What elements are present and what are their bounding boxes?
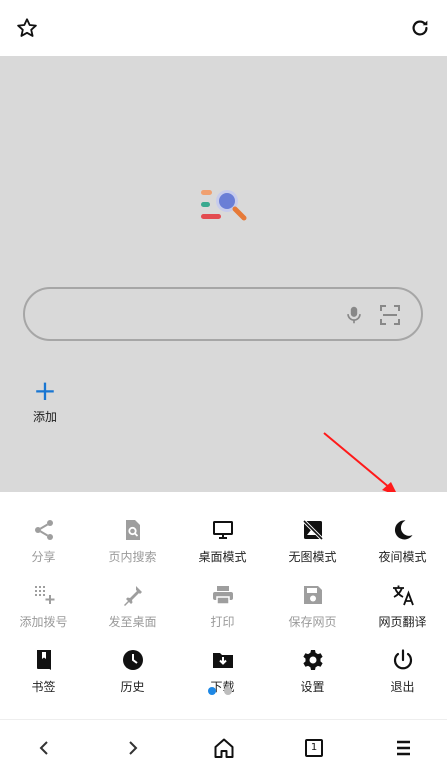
menu-label: 桌面模式	[198, 550, 247, 564]
menu-item-add-dial[interactable]: 添加拨号	[0, 583, 88, 633]
search-box[interactable]	[23, 287, 423, 341]
print-icon	[212, 586, 233, 605]
add-dial-icon	[34, 586, 54, 604]
menu-label: 退出	[390, 680, 415, 694]
menu-label: 保存网页	[288, 615, 337, 629]
menu-label: 页内搜索	[108, 550, 157, 564]
menu-item-print[interactable]: 打印	[178, 583, 267, 633]
menu-label: 历史	[120, 680, 145, 694]
menu-page-indicator	[207, 687, 237, 697]
plus-icon: +	[33, 374, 57, 407]
settings-icon	[302, 650, 323, 670]
scan-icon[interactable]	[378, 303, 402, 327]
menu-item-send-to-desktop[interactable]: 发至桌面	[88, 583, 177, 633]
save-icon	[303, 586, 322, 604]
menu-icon[interactable]	[391, 736, 415, 760]
menu-label: 夜间模式	[378, 550, 427, 564]
tabs-icon: 1	[305, 739, 323, 757]
search-input[interactable]	[45, 299, 339, 331]
download-icon	[212, 653, 233, 668]
no-image-icon	[302, 519, 323, 541]
menu-label: 网页翻译	[378, 615, 427, 629]
menu-item-night-mode[interactable]: 夜间模式	[358, 518, 447, 568]
menu-item-history[interactable]: 历史	[88, 648, 177, 698]
home-page-area: + 添加	[0, 56, 447, 492]
menu-label: 发至桌面	[108, 615, 157, 629]
microphone-icon[interactable]	[343, 303, 365, 327]
menu-label: 添加拨号	[19, 615, 68, 629]
add-speed-dial[interactable]: + 添加	[28, 376, 62, 425]
tab-count: 1	[310, 742, 318, 753]
menu-item-share[interactable]: 分享	[0, 518, 88, 568]
browser-menu-panel: 分享 页内搜索 桌面模式 无图模式 夜间模式 添加拨号 发至桌面 打印 保存网页…	[0, 492, 447, 719]
menu-label: 分享	[31, 550, 56, 564]
star-outline-icon[interactable]	[16, 17, 38, 39]
power-icon	[393, 649, 412, 670]
home-icon[interactable]	[212, 736, 236, 760]
refresh-icon[interactable]	[409, 17, 431, 39]
find-in-page-icon	[125, 520, 140, 540]
menu-label: 书签	[31, 680, 56, 694]
top-toolbar	[0, 0, 447, 56]
menu-item-translate[interactable]: 网页翻译	[358, 583, 447, 633]
back-icon[interactable]	[32, 736, 56, 760]
menu-label: 无图模式	[288, 550, 337, 564]
translate-icon	[392, 585, 414, 606]
share-icon	[34, 520, 53, 540]
menu-item-exit[interactable]: 退出	[358, 648, 447, 698]
menu-item-no-image-mode[interactable]: 无图模式	[268, 518, 357, 568]
add-label: 添加	[32, 410, 57, 424]
desktop-icon	[212, 521, 233, 539]
tabs-button[interactable]: 1	[302, 736, 326, 760]
menu-item-bookmarks[interactable]: 书签	[0, 648, 88, 698]
bookmark-icon	[36, 650, 51, 670]
annotation-arrow	[323, 432, 398, 496]
menu-item-find-in-page[interactable]: 页内搜索	[88, 518, 177, 568]
menu-item-desktop-mode[interactable]: 桌面模式	[178, 518, 267, 568]
send-to-desktop-icon	[123, 586, 142, 606]
menu-item-settings[interactable]: 设置	[268, 648, 357, 698]
page-dot-active[interactable]	[208, 687, 216, 695]
forward-icon[interactable]	[121, 736, 145, 760]
bottom-navigation-bar: 1	[0, 719, 447, 775]
menu-item-save-page[interactable]: 保存网页	[268, 583, 357, 633]
history-icon	[122, 650, 143, 670]
menu-label: 设置	[300, 680, 325, 694]
menu-label: 打印	[210, 615, 235, 629]
page-dot[interactable]	[224, 687, 232, 695]
moon-icon	[394, 520, 412, 540]
browser-logo	[201, 190, 247, 221]
